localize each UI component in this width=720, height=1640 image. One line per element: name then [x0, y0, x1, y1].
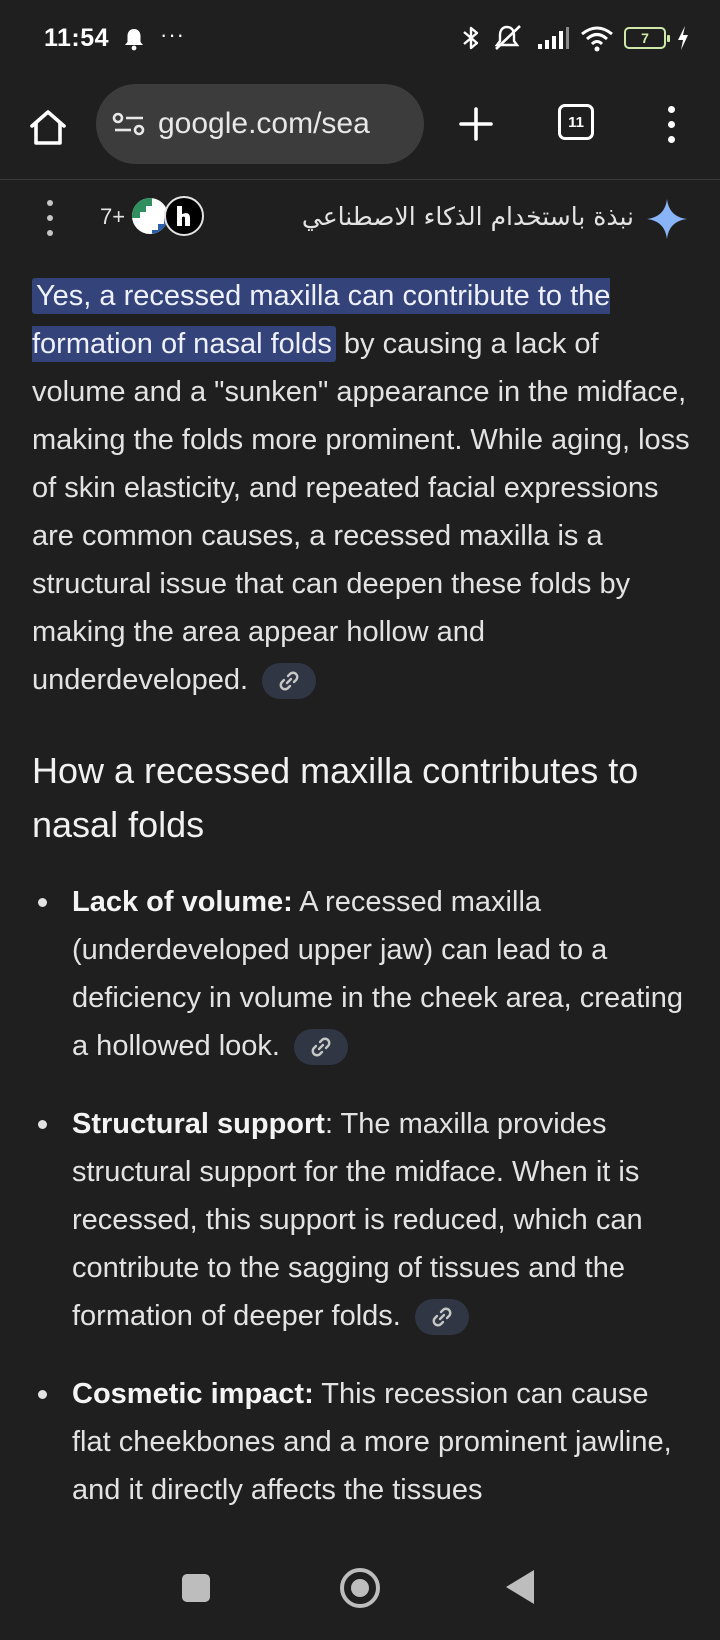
ai-overview-content: Yes, a recessed maxilla can contribute t… — [32, 272, 692, 1544]
back-button[interactable] — [506, 1570, 534, 1604]
home-icon — [30, 110, 66, 145]
recents-button[interactable] — [182, 1574, 210, 1602]
bullet-term: Cosmetic impact: — [72, 1378, 314, 1410]
system-status-icons: 7 — [460, 22, 690, 54]
link-icon — [311, 1037, 331, 1057]
battery-icon: 7 — [624, 27, 670, 49]
ai-overview-title: نبذة باستخدام الذكاء الاصطناعي — [301, 202, 634, 231]
link-icon — [279, 671, 299, 691]
url-text[interactable]: google.com/sea — [158, 107, 370, 141]
address-bar[interactable]: google.com/sea — [96, 84, 424, 164]
charging-icon — [678, 26, 688, 50]
sources-count[interactable]: 7+ — [100, 204, 125, 230]
tab-count: 11 — [568, 113, 584, 131]
bluetooth-icon — [463, 26, 479, 50]
gemini-sparkle-icon — [647, 199, 687, 239]
source-link-button[interactable] — [414, 1299, 469, 1336]
more-notifications-icon: ··· — [160, 22, 185, 47]
bullet-text: : The maxilla provides structural suppor… — [72, 1108, 643, 1332]
source-link-button[interactable] — [262, 663, 317, 700]
section-heading: How a recessed maxilla contributes to na… — [32, 750, 639, 845]
ai-overview-options-button[interactable] — [40, 200, 60, 236]
source-link-button[interactable] — [294, 1029, 349, 1066]
browser-toolbar: google.com/sea 11 — [0, 78, 720, 180]
bullet-list: Lack of volume: A recessed maxilla (unde… — [32, 878, 692, 1514]
tune-icon[interactable] — [112, 111, 146, 137]
browser-menu-button[interactable] — [656, 100, 686, 148]
status-time: 11:54 — [44, 24, 110, 52]
status-bar: 11:54 ··· 7 — [0, 0, 720, 78]
battery-level: 7 — [641, 30, 649, 46]
home-nav-button[interactable] — [340, 1568, 380, 1608]
list-item: Structural support: The maxilla provides… — [32, 1100, 692, 1340]
tab-switcher-button[interactable]: 11 — [558, 104, 594, 140]
source-favicon-2[interactable] — [164, 196, 204, 236]
notification-bell-icon — [125, 29, 143, 51]
signal-icon — [538, 27, 569, 49]
ai-overview-header: 7+ نبذة باستخدام الذكاء الاصطناعي — [0, 182, 720, 252]
intro-paragraph: Yes, a recessed maxilla can contribute t… — [32, 272, 692, 704]
list-item: Cosmetic impact: This recession can caus… — [32, 1370, 692, 1514]
plus-icon — [459, 107, 493, 141]
link-icon — [432, 1307, 452, 1327]
h-logo-icon — [177, 206, 190, 226]
intro-text: by causing a lack of volume and a "sunke… — [32, 328, 690, 696]
list-item: Lack of volume: A recessed maxilla (unde… — [32, 878, 692, 1070]
wifi-icon — [581, 26, 613, 52]
mute-icon — [494, 25, 521, 50]
home-button[interactable] — [26, 105, 70, 149]
system-navigation-bar — [0, 1544, 720, 1640]
bullet-term: Structural support — [72, 1108, 325, 1140]
bullet-term: Lack of volume: — [72, 886, 293, 918]
more-vert-icon — [667, 105, 675, 113]
new-tab-button[interactable] — [452, 100, 500, 148]
